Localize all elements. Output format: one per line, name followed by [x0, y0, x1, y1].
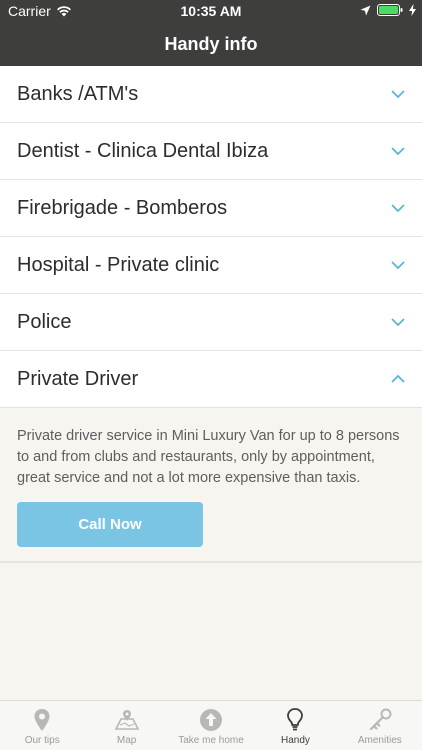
tab-label: Handy: [280, 735, 310, 746]
row-label: Private Driver: [17, 367, 139, 390]
row-label: Firebrigade - Bomberos: [17, 196, 228, 219]
row-firebrigade[interactable]: Firebrigade - Bomberos: [0, 180, 422, 237]
chevron-down-icon: [391, 204, 405, 213]
chevron-down-icon: [391, 147, 405, 156]
tab-label: Take me home: [178, 735, 244, 746]
tab-take-me-home[interactable]: Take me home: [169, 701, 253, 750]
map-icon: [114, 710, 139, 730]
chevron-down-icon: [391, 318, 405, 327]
chevron-down-icon: [391, 261, 405, 270]
tab-bar: Our tips Map Take me home Handy Amenitie…: [0, 700, 422, 750]
status-right: [360, 4, 416, 16]
row-label: Dentist - Clinica Dental Ibiza: [17, 139, 269, 162]
tab-label: Amenities: [357, 735, 402, 746]
chevron-down-icon: [391, 90, 405, 99]
row-police[interactable]: Police: [0, 294, 422, 351]
tab-handy[interactable]: Handy: [253, 701, 337, 750]
row-label: Police: [17, 310, 72, 333]
tab-label: Map: [116, 735, 137, 746]
row-hospital[interactable]: Hospital - Private clinic: [0, 237, 422, 294]
location-pin-icon: [34, 709, 50, 731]
info-list: Banks /ATM's Dentist - Clinica Dental Ib…: [0, 66, 422, 563]
location-arrow-icon: [360, 5, 371, 15]
page-title: Handy info: [164, 33, 258, 54]
call-now-button[interactable]: Call Now: [17, 502, 203, 547]
row-dentist[interactable]: Dentist - Clinica Dental Ibiza: [0, 123, 422, 180]
row-banks-atms[interactable]: Banks /ATM's: [0, 66, 422, 123]
lightbulb-icon: [287, 708, 304, 731]
row-label: Banks /ATM's: [17, 82, 139, 105]
status-bar: Carrier 10:35 AM: [0, 0, 422, 22]
row-private-driver[interactable]: Private Driver: [0, 351, 422, 408]
tab-our-tips[interactable]: Our tips: [0, 701, 84, 750]
arrow-up-circle-icon: [200, 709, 223, 731]
clock: 10:35 AM: [180, 3, 242, 19]
row-label: Hospital - Private clinic: [17, 253, 220, 276]
tab-amenities[interactable]: Amenities: [338, 701, 422, 750]
tab-map[interactable]: Map: [84, 701, 168, 750]
key-icon: [369, 708, 392, 731]
charging-bolt-icon: [409, 4, 416, 16]
private-driver-description: Private driver service in Mini Luxury Va…: [17, 428, 400, 486]
chevron-up-icon: [391, 374, 405, 383]
tab-label: Our tips: [24, 735, 60, 746]
battery-icon: [377, 4, 403, 16]
nav-bar: Handy info: [0, 22, 422, 66]
private-driver-details: Private driver service in Mini Luxury Va…: [0, 408, 422, 563]
